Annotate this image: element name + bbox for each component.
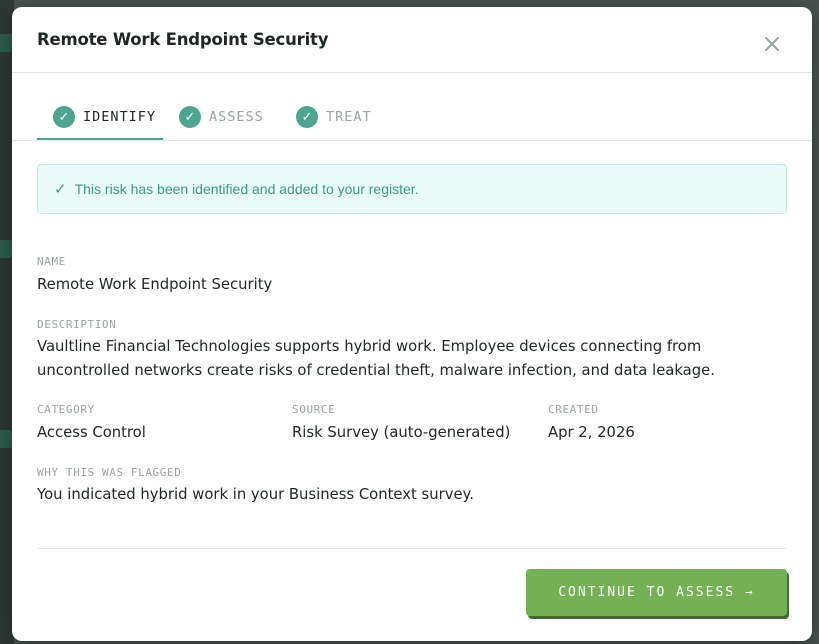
name-label: NAME (37, 255, 66, 268)
step-assess[interactable]: ✓ ASSESS (179, 106, 264, 128)
source-label: SOURCE (292, 403, 336, 416)
check-icon: ✓ (53, 106, 75, 128)
close-button[interactable] (762, 34, 782, 54)
risk-modal: Remote Work Endpoint Security ✓ IDENTIFY… (12, 7, 812, 641)
why-flagged-label: WHY THIS WAS FLAGGED (37, 466, 182, 479)
active-step-indicator (37, 138, 163, 140)
check-icon: ✓ (54, 180, 67, 198)
description-label: DESCRIPTION (37, 318, 117, 331)
why-flagged-value: You indicated hybrid work in your Busine… (37, 486, 474, 503)
source-value: Risk Survey (auto-generated) (292, 424, 511, 441)
modal-header: Remote Work Endpoint Security (12, 7, 812, 73)
step-label: IDENTIFY (83, 109, 157, 125)
step-label: TREAT (326, 109, 372, 125)
success-alert: ✓ This risk has been identified and adde… (37, 164, 787, 214)
step-label: ASSESS (209, 109, 264, 125)
description-value: Vaultline Financial Technologies support… (37, 338, 715, 379)
modal-title: Remote Work Endpoint Security (37, 30, 329, 49)
step-treat[interactable]: ✓ TREAT (296, 106, 372, 128)
created-value: Apr 2, 2026 (548, 424, 635, 441)
name-value: Remote Work Endpoint Security (37, 276, 273, 293)
footer-divider (37, 548, 787, 549)
close-icon (765, 37, 779, 51)
continue-to-assess-button[interactable]: CONTINUE TO ASSESS → (526, 569, 787, 616)
check-icon: ✓ (179, 106, 201, 128)
category-label: CATEGORY (37, 403, 95, 416)
stepper: ✓ IDENTIFY ✓ ASSESS ✓ TREAT (12, 73, 812, 141)
created-label: CREATED (548, 403, 599, 416)
alert-message: This risk has been identified and added … (74, 181, 419, 197)
category-value: Access Control (37, 424, 146, 441)
check-icon: ✓ (296, 106, 318, 128)
step-identify[interactable]: ✓ IDENTIFY (53, 106, 156, 128)
